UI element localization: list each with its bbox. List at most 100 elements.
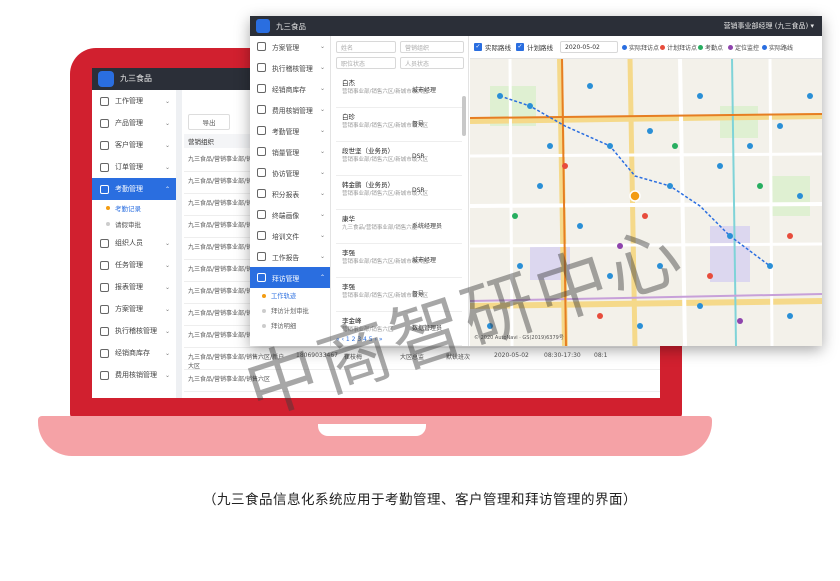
list-item[interactable]: 白杰 营销事业部/销售六区/新城市级大区 城市经理: [336, 74, 462, 108]
list-item[interactable]: 段世坚（业务员） 营销事业部/销售六区/新城市级大区 DSR: [336, 142, 462, 176]
sidebar-item[interactable]: 报表管理 ⌄: [92, 276, 176, 298]
sidebar-item-label: 积分报表: [272, 190, 300, 199]
list-scrollbar[interactable]: [462, 96, 466, 136]
sidebar-subitem[interactable]: 工作轨迹: [250, 288, 330, 303]
sidebar-item[interactable]: 组织人员 ⌄: [92, 232, 176, 254]
chevron-down-icon: ⌄: [164, 97, 170, 105]
menu-icon: [100, 260, 109, 270]
legend-label: 实际拜访点: [629, 45, 660, 52]
org-select[interactable]: 营销组织: [400, 41, 464, 53]
app-logo-icon: [98, 71, 114, 87]
chevron-down-icon: ⌄: [164, 349, 170, 357]
sidebar-item[interactable]: 销量管理 ⌄: [250, 141, 330, 162]
sidebar-item[interactable]: 积分报表 ⌄: [250, 183, 330, 204]
chevron-down-icon: ⌄: [164, 371, 170, 379]
legend-item: 计划拜访点: [660, 43, 697, 52]
chevron-down-icon: ⌄: [164, 283, 170, 291]
sidebar-divider: [176, 90, 182, 398]
menu-icon: [100, 184, 109, 194]
sidebar-item-label: 执行稽核管理: [115, 327, 157, 335]
sidebar-item[interactable]: 考勤管理 ⌄: [250, 120, 330, 141]
sidebar-item[interactable]: 工作管理 ⌄: [92, 90, 176, 112]
export-button[interactable]: 导出: [188, 114, 230, 130]
chevron-down-icon: ⌄: [319, 106, 325, 113]
sidebar-item[interactable]: 客户管理 ⌄: [92, 134, 176, 156]
sidebar-item-label: 订单管理: [115, 163, 143, 171]
sidebar-item[interactable]: 拜访管理 ⌃: [250, 267, 330, 288]
chevron-down-icon: ⌄: [319, 43, 325, 50]
menu-icon: [257, 168, 266, 177]
sidebar-subitem-label: 工作轨迹: [271, 293, 297, 300]
sidebar-item[interactable]: 费用核销管理 ⌄: [92, 364, 176, 386]
sidebar-item[interactable]: 执行稽核管理 ⌄: [92, 320, 176, 342]
menu-icon: [257, 105, 266, 114]
role-select[interactable]: 职位状态: [336, 57, 396, 69]
legend-label: 实际路线: [769, 45, 794, 52]
legend-item: 实际路线: [762, 43, 793, 52]
status-select[interactable]: 人员状态: [400, 57, 464, 69]
sidebar-item-label: 组织人员: [115, 239, 143, 247]
sidebar-item-label: 报表管理: [115, 283, 143, 291]
sidebar-item[interactable]: 方案管理 ⌄: [92, 298, 176, 320]
sidebar-item-label: 协访管理: [272, 169, 300, 178]
sidebar-subitem-label: 考勤记录: [115, 205, 141, 213]
actual-route-label: 实际路线: [485, 44, 511, 52]
list-item[interactable]: 韩金鹏（业务员） 营销事业部/销售六区/新城市级大区 DSR: [336, 176, 462, 210]
chevron-down-icon: ⌄: [319, 211, 325, 218]
plan-route-checkbox[interactable]: ✓ 计划路线: [516, 42, 553, 52]
figure-caption: （九三食品信息化系统应用于考勤管理、客户管理和拜访管理的界面）: [203, 492, 637, 508]
laptop-notch: [318, 424, 426, 436]
chevron-down-icon: ⌄: [164, 119, 170, 127]
bullet-icon: [106, 222, 110, 226]
sidebar-item[interactable]: 终端画像 ⌄: [250, 204, 330, 225]
sidebar-item[interactable]: 考勤管理 ⌃: [92, 178, 176, 200]
legend-item: 实际拜访点: [622, 43, 659, 52]
legend-label: 计划拜访点: [667, 45, 698, 52]
menu-icon: [100, 96, 109, 106]
sidebar-subitem[interactable]: 请假审批: [92, 216, 176, 232]
plan-route-label: 计划路线: [527, 44, 553, 52]
name-search-input[interactable]: 姓名: [336, 41, 396, 53]
menu-icon: [100, 118, 109, 128]
user-menu[interactable]: 营销事业部经理 (九三食品) ▾: [724, 21, 814, 31]
menu-icon: [257, 147, 266, 156]
menu-icon: [257, 126, 266, 135]
sidebar-item[interactable]: 工作报告 ⌄: [250, 246, 330, 267]
cell-time: 08:30-17:30: [544, 352, 581, 359]
list-item[interactable]: 康华 九三食品/营销事业部/销售六区 系统经理员: [336, 210, 462, 244]
sidebar-item-label: 经销商库存: [115, 349, 150, 357]
sidebar-item[interactable]: 经销商库存 ⌄: [92, 342, 176, 364]
menu-icon: [100, 348, 109, 358]
menu-icon: [257, 252, 266, 261]
sidebar-item-label: 经销商库存: [272, 85, 306, 94]
sidebar-item-label: 费用核销管理: [272, 106, 313, 115]
sidebar-item-label: 费用核销管理: [115, 371, 157, 379]
person-role: DSR: [412, 187, 425, 194]
menu-icon: [100, 238, 109, 248]
sidebar-item-label: 产品管理: [115, 119, 143, 127]
list-item[interactable]: 白珍 营销事业部/销售六区/新城市级大区 督导: [336, 108, 462, 142]
sidebar-item[interactable]: 任务管理 ⌄: [92, 254, 176, 276]
chevron-up-icon: ⌃: [319, 274, 325, 281]
chevron-down-icon: ⌄: [319, 253, 325, 260]
sidebar-item[interactable]: 经销商库存 ⌄: [250, 78, 330, 99]
sidebar-item-label: 考勤管理: [115, 185, 143, 193]
actual-route-checkbox[interactable]: ✓ 实际路线: [474, 42, 511, 52]
sidebar-item[interactable]: 费用核销管理 ⌄: [250, 99, 330, 120]
date-picker[interactable]: 2020-05-02: [560, 41, 618, 53]
check-icon: ✓: [516, 43, 524, 51]
sidebar-item[interactable]: 培训文件 ⌄: [250, 225, 330, 246]
menu-icon: [100, 304, 109, 314]
sidebar-item[interactable]: 订单管理 ⌄: [92, 156, 176, 178]
chevron-down-icon: ⌄: [319, 232, 325, 239]
legend-item: 考勤点: [698, 43, 723, 52]
sidebar-item[interactable]: 执行稽核管理 ⌄: [250, 57, 330, 78]
menu-icon: [100, 140, 109, 150]
sidebar-item[interactable]: 产品管理 ⌄: [92, 112, 176, 134]
sidebar-subitem[interactable]: 考勤记录: [92, 200, 176, 216]
person-name: 白杰: [342, 79, 355, 87]
sidebar-item-label: 终端画像: [272, 211, 300, 220]
sidebar-item[interactable]: 协访管理 ⌄: [250, 162, 330, 183]
sidebar-item-label: 方案管理: [272, 43, 300, 52]
sidebar-item[interactable]: 方案管理 ⌄: [250, 36, 330, 57]
